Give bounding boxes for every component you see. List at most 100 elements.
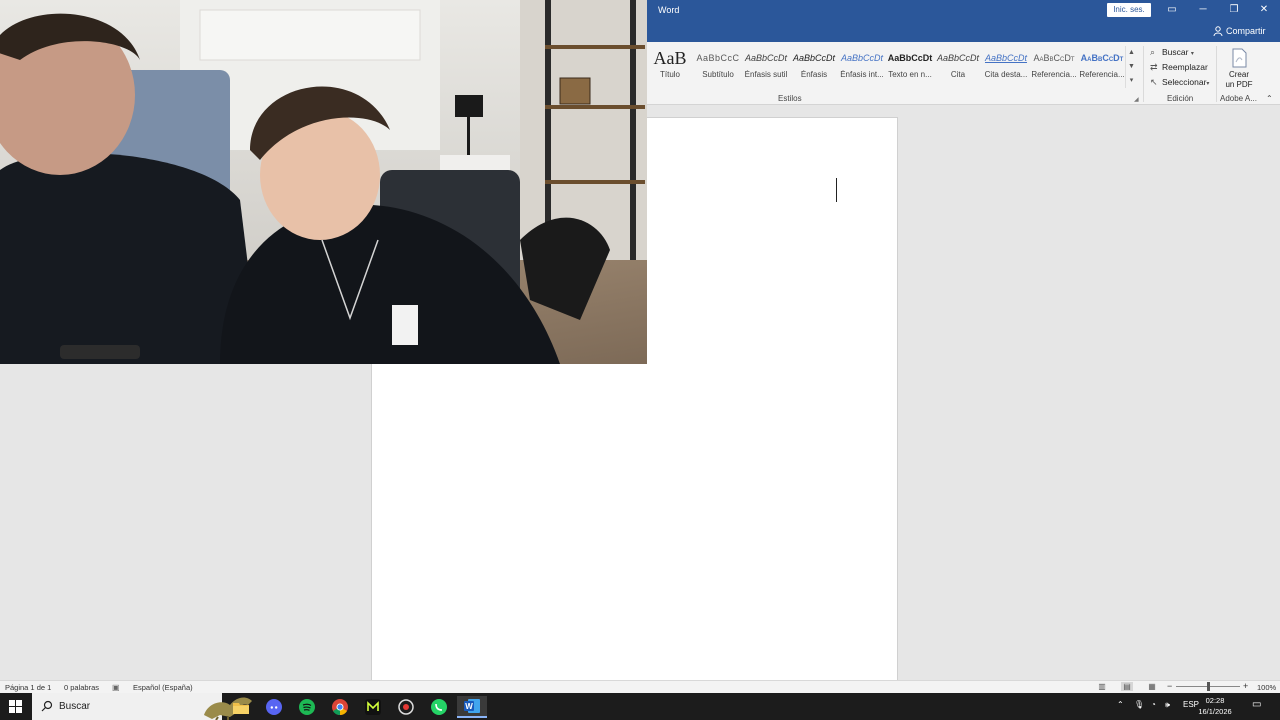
web-layout-icon[interactable]: ▦ bbox=[1146, 682, 1158, 691]
proofing-icon[interactable]: ▣ bbox=[112, 683, 120, 692]
file-explorer-icon[interactable] bbox=[226, 696, 256, 718]
webcam-feed-image bbox=[0, 0, 647, 364]
chevron-down-icon: ▾ bbox=[1206, 81, 1210, 87]
app-title: Word bbox=[658, 5, 680, 15]
style-preview: AaBbCcC bbox=[696, 53, 740, 63]
style-name: Énfasis bbox=[800, 70, 828, 79]
gallery-down-icon[interactable]: ▼ bbox=[1126, 60, 1137, 74]
notifications-icon[interactable]: ▭ bbox=[1252, 699, 1261, 710]
style-enfasis[interactable]: AaBbCcDt Énfasis bbox=[790, 46, 838, 86]
restore-button[interactable]: ❐ bbox=[1219, 0, 1249, 22]
cursor-icon: ↖ bbox=[1150, 77, 1158, 87]
minimize-button[interactable]: ─ bbox=[1188, 0, 1218, 22]
chevron-up-icon[interactable]: ⌃ bbox=[1117, 700, 1124, 709]
search-icon bbox=[41, 700, 53, 712]
find-button[interactable]: ⌕ Buscar ▾ bbox=[1150, 47, 1194, 58]
volume-icon[interactable]: 🕪 bbox=[1165, 700, 1170, 710]
collapse-ribbon-icon[interactable]: ⌃ bbox=[1266, 94, 1273, 103]
input-language[interactable]: ESP bbox=[1183, 700, 1199, 709]
styles-gallery: AaB Título AaBbCcC Subtítulo AaBbCcDt Énfas… bbox=[646, 46, 1126, 86]
zoom-level[interactable]: 100% bbox=[1257, 683, 1276, 692]
select-button[interactable]: ↖ Seleccionar▾ bbox=[1150, 77, 1209, 88]
taskbar-search-box[interactable]: Buscar bbox=[32, 693, 252, 720]
zoom-slider-thumb[interactable] bbox=[1207, 682, 1210, 691]
search-icon: ⌕ bbox=[1150, 47, 1156, 57]
share-button[interactable]: Compartir bbox=[1213, 26, 1266, 37]
replace-label: Reemplazar bbox=[1162, 62, 1208, 72]
windows-start-icon[interactable] bbox=[9, 700, 22, 713]
select-label: Seleccionar bbox=[1162, 77, 1207, 87]
style-preview: AaB bbox=[653, 48, 687, 68]
style-preview: AaBbCcDt bbox=[887, 53, 933, 63]
create-pdf-button[interactable]: Crear un PDF bbox=[1222, 48, 1256, 90]
whatsapp-icon[interactable] bbox=[424, 696, 454, 718]
capcut-icon[interactable] bbox=[358, 696, 388, 718]
style-preview: AaBbCcDt bbox=[744, 53, 788, 63]
svg-text:W: W bbox=[465, 702, 473, 711]
style-name: Referencia... bbox=[1079, 70, 1125, 79]
gallery-more-icon[interactable]: ▾ bbox=[1126, 74, 1137, 88]
microphone-icon[interactable]: 🎙 bbox=[1134, 700, 1144, 709]
close-button[interactable]: ✕ bbox=[1249, 0, 1279, 22]
zoom-in-button[interactable]: + bbox=[1243, 681, 1248, 691]
replace-icon: ⇄ bbox=[1150, 62, 1158, 72]
share-label: Compartir bbox=[1226, 26, 1266, 36]
adobe-group-label: Adobe A... bbox=[1220, 94, 1257, 103]
styles-group-label: Estilos bbox=[778, 94, 802, 103]
style-name: Texto en n... bbox=[888, 70, 932, 79]
style-cita[interactable]: AaBbCcDt Cita bbox=[934, 46, 982, 86]
word-count[interactable]: 0 palabras bbox=[64, 683, 99, 692]
create-pdf-line1: Crear bbox=[1228, 70, 1249, 79]
page-count[interactable]: Página 1 de 1 bbox=[5, 683, 51, 692]
network-icon[interactable]: ◔ bbox=[1151, 700, 1156, 709]
style-preview: AaBbCcDt bbox=[1080, 53, 1124, 63]
style-enfasis-sutil[interactable]: AaBbCcDt Énfasis sutil bbox=[742, 46, 790, 86]
webcam-overlay bbox=[0, 0, 647, 364]
style-name: Énfasis sutil bbox=[744, 70, 788, 79]
create-pdf-line2: un PDF bbox=[1225, 80, 1253, 89]
style-name: Cita bbox=[950, 70, 966, 79]
style-preview: AaBbCcDt bbox=[936, 53, 980, 63]
print-layout-icon[interactable]: ▤ bbox=[1121, 682, 1133, 691]
style-name: Título bbox=[659, 70, 680, 79]
screen-recorder-icon[interactable] bbox=[391, 696, 421, 718]
style-name: Referencia... bbox=[1031, 70, 1077, 79]
editing-group-label: Edición bbox=[1167, 94, 1194, 103]
style-preview: AaBbCcDt bbox=[1033, 53, 1075, 63]
style-titulo[interactable]: AaB Título bbox=[646, 46, 694, 86]
style-subtitulo[interactable]: AaBbCcC Subtítulo bbox=[694, 46, 742, 86]
taskbar: Buscar W ⌃ 🎙 ◔ 🕪 ESP 02:28 16/1/2026 ▭ bbox=[0, 693, 1280, 720]
styles-dialog-launcher-icon[interactable]: ◢ bbox=[1134, 96, 1139, 103]
style-referencia-sutil[interactable]: AaBbCcDt Referencia... bbox=[1030, 46, 1078, 86]
discord-icon[interactable] bbox=[259, 696, 289, 718]
word-taskbar-icon[interactable]: W bbox=[457, 696, 487, 718]
language-indicator[interactable]: Español (España) bbox=[133, 683, 193, 692]
clock-time: 02:28 bbox=[1205, 696, 1225, 705]
text-cursor bbox=[836, 178, 837, 202]
zoom-out-button[interactable]: − bbox=[1167, 681, 1172, 691]
gallery-up-icon[interactable]: ▲ bbox=[1126, 46, 1137, 60]
status-bar: Página 1 de 1 0 palabras ▣ Español (Espa… bbox=[0, 680, 1280, 693]
style-preview: AaBbCcDt bbox=[984, 53, 1028, 63]
find-label: Buscar bbox=[1162, 47, 1189, 57]
replace-button[interactable]: ⇄ Reemplazar bbox=[1150, 62, 1208, 73]
clock-date: 16/1/2026 bbox=[1198, 707, 1232, 716]
ribbon-display-options-icon[interactable]: ▭ bbox=[1157, 0, 1187, 22]
taskbar-clock[interactable]: 02:28 16/1/2026 bbox=[1198, 695, 1232, 717]
sign-in-button[interactable]: Inic. ses. bbox=[1107, 3, 1151, 17]
person-icon bbox=[1213, 26, 1223, 37]
style-name: Énfasis int... bbox=[840, 70, 884, 79]
style-cita-destacada[interactable]: AaBbCcDt Cita desta... bbox=[982, 46, 1030, 86]
style-name: Cita desta... bbox=[984, 70, 1028, 79]
style-referencia-intensa[interactable]: AaBbCcDt Referencia... bbox=[1078, 46, 1126, 86]
group-separator bbox=[1216, 46, 1217, 102]
style-enfasis-intenso[interactable]: AaBbCcDt Énfasis int... bbox=[838, 46, 886, 86]
style-name: Subtítulo bbox=[702, 70, 734, 79]
style-texto-en-negrita[interactable]: AaBbCcDt Texto en n... bbox=[886, 46, 934, 86]
chevron-down-icon: ▾ bbox=[1190, 51, 1194, 57]
chrome-icon[interactable] bbox=[325, 696, 355, 718]
style-preview: AaBbCcDt bbox=[792, 53, 836, 63]
spotify-icon[interactable] bbox=[292, 696, 322, 718]
pdf-icon bbox=[1232, 48, 1247, 68]
read-mode-icon[interactable]: ▥ bbox=[1096, 682, 1108, 691]
